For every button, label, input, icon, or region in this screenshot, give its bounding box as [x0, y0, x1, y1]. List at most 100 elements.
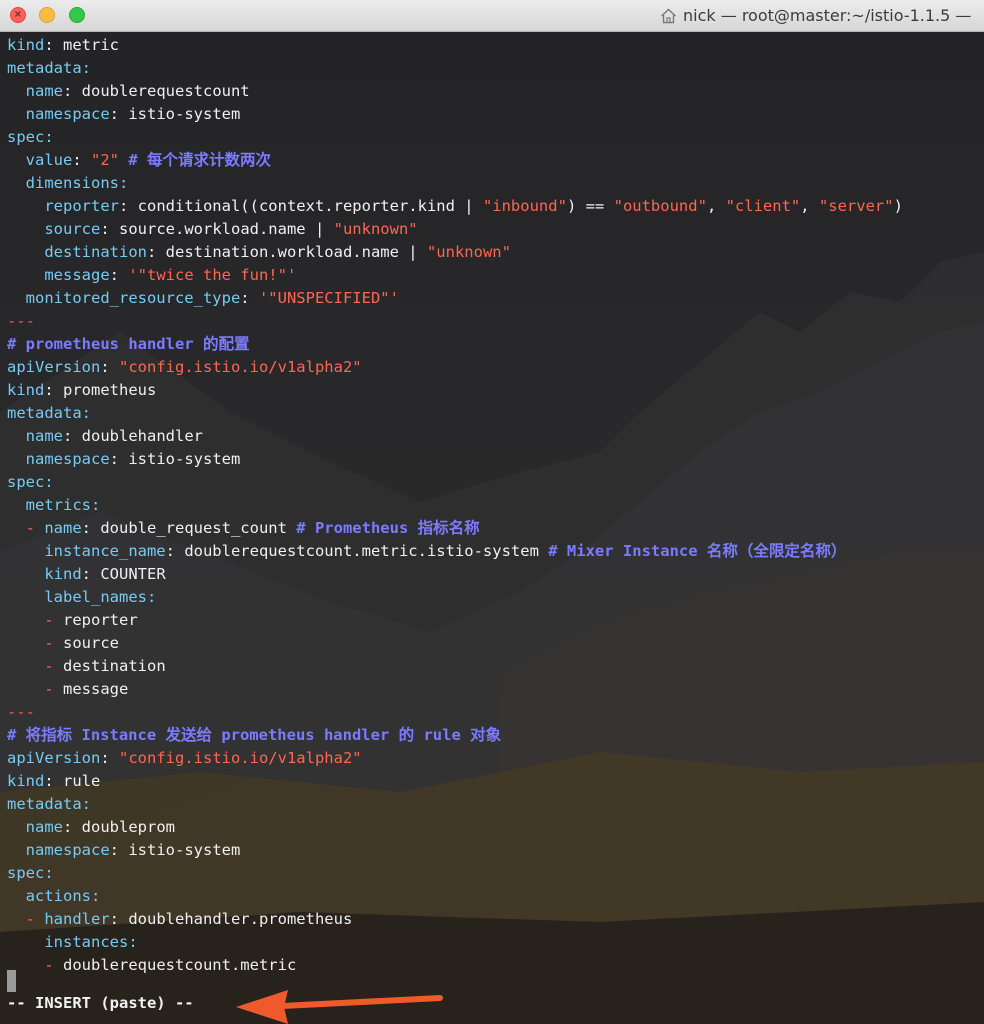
code-line: reporter: conditional((context.reporter.… — [7, 195, 903, 218]
code-token: kind — [7, 565, 82, 583]
code-token: doublerequestcount — [81, 82, 250, 100]
code-token: - — [7, 519, 45, 537]
code-token: # Prometheus 指标名称 — [286, 519, 480, 537]
code-line: namespace: istio-system — [7, 448, 241, 471]
code-line: apiVersion: "config.istio.io/v1alpha2" — [7, 356, 362, 379]
code-line: name: doublerequestcount — [7, 80, 250, 103]
code-token: conditional((context.reporter.kind | — [137, 197, 483, 215]
window-title: nick — root@master:~/istio-1.1.5 — — [683, 6, 972, 25]
code-token: - — [7, 657, 63, 675]
code-token: , — [706, 197, 726, 215]
code-token: COUNTER — [100, 565, 166, 583]
code-token: , — [800, 197, 819, 215]
code-line: metrics: — [7, 494, 101, 517]
code-token: metadata — [7, 59, 82, 77]
code-line: spec: — [7, 471, 54, 494]
close-button[interactable]: × — [10, 7, 26, 23]
code-token: : — [81, 519, 101, 537]
code-token: : — [63, 82, 82, 100]
code-token: : — [81, 795, 91, 813]
code-token: : — [72, 151, 91, 169]
terminal-content[interactable]: kind: metric metadata: name: doublereques… — [0, 32, 984, 1024]
code-token: namespace — [7, 105, 110, 123]
minimize-button[interactable] — [39, 7, 55, 23]
code-line: kind: metric — [7, 34, 119, 57]
code-line: namespace: istio-system — [7, 103, 241, 126]
code-line: --- — [7, 310, 35, 333]
code-line: spec: — [7, 862, 54, 885]
code-token: "client" — [725, 197, 801, 215]
code-token: : — [100, 358, 119, 376]
code-token: : — [44, 36, 63, 54]
text-cursor — [7, 970, 16, 992]
code-token: : — [44, 473, 54, 491]
code-token: "unknown" — [333, 220, 418, 238]
code-token: message — [7, 266, 110, 284]
code-token: : — [44, 128, 54, 146]
red-arrow-annotation — [236, 990, 443, 1024]
code-token: instances — [7, 933, 129, 951]
code-line: name: doublehandler — [7, 425, 203, 448]
code-token: "2" — [91, 151, 119, 169]
code-token: istio-system — [128, 105, 241, 123]
code-token: "inbound" — [482, 197, 567, 215]
code-line: value: "2" # 每个请求计数两次 — [7, 149, 271, 172]
code-token: : — [44, 864, 54, 882]
code-line: - name: double_request_count # Prometheu… — [7, 517, 480, 540]
code-token: : — [91, 887, 101, 905]
zoom-button[interactable] — [69, 7, 85, 23]
code-token: : — [109, 910, 129, 928]
code-token: value — [7, 151, 73, 169]
code-token: : — [100, 220, 119, 238]
code-token: - — [7, 634, 63, 652]
code-token: : — [63, 427, 82, 445]
code-token: message — [63, 680, 129, 698]
code-token: : — [100, 749, 119, 767]
code-token: "server" — [818, 197, 894, 215]
code-token: kind — [7, 772, 45, 790]
code-line: dimensions: — [7, 172, 129, 195]
code-line: - source — [7, 632, 119, 655]
code-token: : — [44, 381, 63, 399]
code-line: monitored_resource_type: '"UNSPECIFIED"' — [7, 287, 399, 310]
code-token: : — [118, 174, 129, 192]
code-token: : — [118, 197, 138, 215]
home-icon — [661, 8, 676, 24]
code-line: label_names: — [7, 586, 156, 609]
code-token: doublerequestcount.metric — [63, 956, 297, 974]
code-line: # prometheus handler 的配置 — [7, 333, 249, 356]
code-token: ) == — [566, 197, 614, 215]
code-line: destination: destination.workload.name |… — [7, 241, 511, 264]
code-token: rule — [63, 772, 101, 790]
code-line: message: '"twice the fun!"' — [7, 264, 296, 287]
code-line: --- — [7, 701, 35, 724]
code-line: spec: — [7, 126, 54, 149]
code-token: reporter — [7, 197, 119, 215]
code-token: metadata — [7, 795, 82, 813]
code-token: "config.istio.io/v1alpha2" — [119, 358, 362, 376]
code-token: '"twice the fun!"' — [128, 266, 297, 284]
code-line: source: source.workload.name | "unknown" — [7, 218, 418, 241]
code-token: namespace — [7, 450, 110, 468]
code-token: dimensions — [7, 174, 119, 192]
code-token: spec — [7, 128, 45, 146]
code-token: : — [146, 588, 157, 606]
code-token: doublehandler — [81, 427, 203, 445]
code-token: : — [91, 496, 101, 514]
code-token: : — [109, 105, 129, 123]
title-bar[interactable]: × nick — root@master:~/istio-1.1.5 — — [0, 0, 984, 32]
code-token: apiVersion — [7, 358, 101, 376]
code-token: reporter — [63, 611, 138, 629]
code-line: instance_name: doublerequestcount.metric… — [7, 540, 846, 563]
code-line: kind: COUNTER — [7, 563, 166, 586]
code-token: : — [109, 841, 129, 859]
code-line: - message — [7, 678, 128, 701]
code-token: monitored_resource_type — [7, 289, 241, 307]
code-token: : — [81, 404, 91, 422]
code-token: - — [7, 910, 45, 928]
code-line: kind: rule — [7, 770, 100, 793]
code-token: source.workload.name | — [119, 220, 334, 238]
code-token: spec — [7, 864, 45, 882]
code-token: # 每个请求计数两次 — [119, 151, 271, 169]
code-token: - — [7, 611, 63, 629]
